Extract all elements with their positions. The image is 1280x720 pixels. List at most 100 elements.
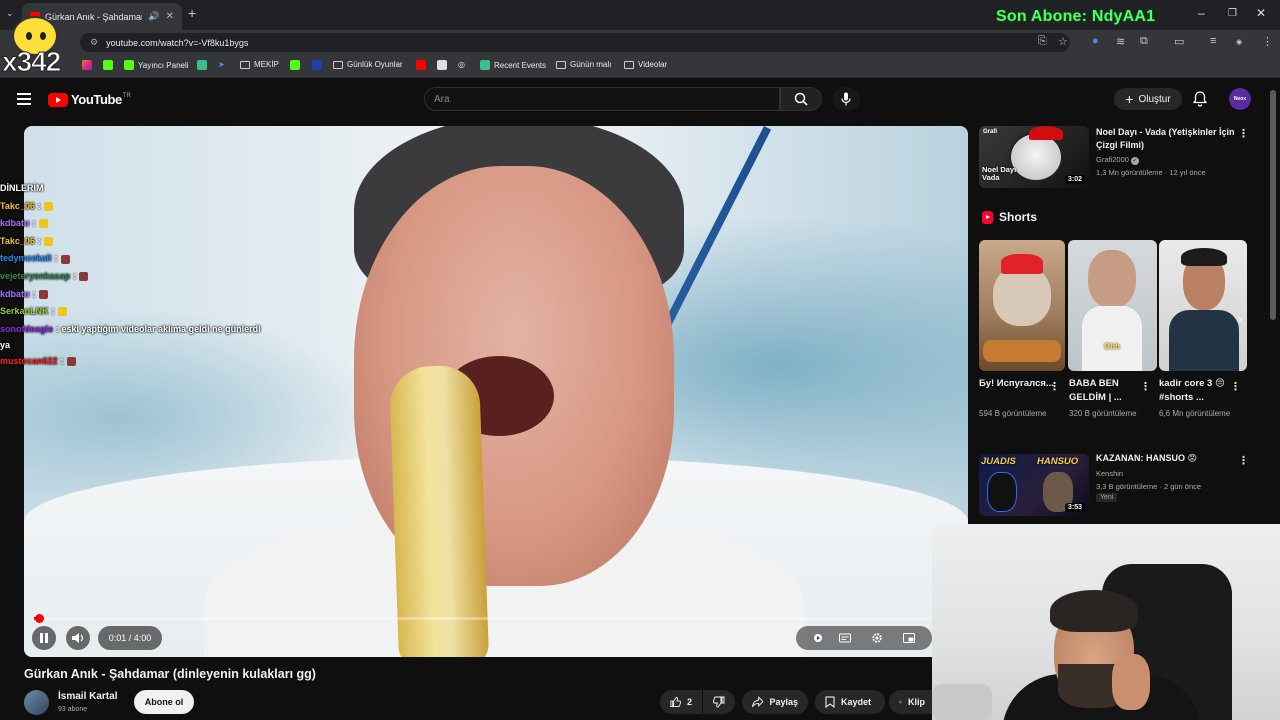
rec2-duration: 3:53 — [1064, 503, 1085, 512]
create-button[interactable]: + Oluştur — [1114, 88, 1182, 110]
extensions-puzzle-icon[interactable]: ⧉ — [1140, 35, 1148, 48]
rec2-thumbnail[interactable]: JUADIS HANSUO 3:53 — [979, 454, 1089, 516]
youtube-bookmark-icon[interactable] — [416, 60, 430, 70]
blue-bookmark-icon[interactable] — [312, 60, 326, 70]
thumbs-down-icon — [713, 696, 725, 708]
install-app-icon[interactable]: ⎘ — [1038, 35, 1047, 48]
short2-more-icon[interactable]: ⋮ — [1140, 380, 1151, 393]
bookmark-mekip[interactable]: MEKİP — [240, 60, 279, 69]
channel-name[interactable]: İsmail Kartal — [58, 691, 117, 702]
folder-icon — [624, 60, 634, 69]
subtitles-icon[interactable] — [839, 632, 851, 644]
bookmark-star-icon[interactable]: ☆ — [1058, 35, 1068, 48]
site-info-icon[interactable]: ⚙ — [90, 37, 98, 48]
rec1-thumb-text: Noel Dayı Vada — [982, 165, 1017, 182]
url-text: youtube.com/watch?v=-Vf8ku1bygs — [106, 37, 249, 48]
clip-button[interactable]: Klip — [889, 690, 935, 714]
volume-icon — [72, 633, 83, 643]
instagram-bookmark-icon[interactable] — [82, 60, 96, 70]
short1-thumbnail[interactable] — [979, 240, 1065, 371]
kick-bookmark-icon[interactable] — [103, 60, 117, 70]
bookmark-icon — [825, 696, 835, 708]
short3-title[interactable]: kadir core 3 😔 #shorts ... — [1159, 377, 1235, 405]
profile-icon[interactable]: ◉ — [1236, 38, 1242, 46]
rec1-more-icon[interactable]: ⋮ — [1238, 127, 1249, 140]
rec1-title[interactable]: Noel Dayı - Vada (Yetişkinler İçin Çizgi… — [1096, 126, 1236, 152]
rec1-thumb-brand: Grafi — [983, 129, 998, 135]
minimize-icon[interactable]: – — [1198, 6, 1205, 20]
short1-title[interactable]: Бу! Испугался... — [979, 377, 1055, 391]
extension-wave-icon[interactable]: ≋ — [1116, 35, 1125, 48]
notifications-bell-icon[interactable] — [1192, 91, 1208, 112]
search-icon — [794, 92, 808, 106]
shorts-next-icon[interactable]: › — [1238, 312, 1242, 326]
browser-menu-icon[interactable]: ⋮ — [1262, 35, 1273, 48]
speaker-icon[interactable]: 🔊 — [148, 11, 159, 22]
chat-username: Takc_06 — [0, 235, 35, 246]
bookmark-gunluk-oyunlar[interactable]: Günlük Oyunlar — [333, 60, 403, 69]
scissors-icon — [899, 700, 902, 704]
account-avatar[interactable]: Neox — [1229, 88, 1251, 110]
search-button[interactable] — [780, 87, 822, 111]
youtube-logo[interactable]: YouTube TR — [48, 92, 131, 107]
like-button[interactable]: 2 — [660, 690, 702, 714]
plus-icon: + — [1125, 91, 1134, 107]
search-input[interactable]: Ara — [424, 87, 780, 111]
rec1-thumbnail[interactable]: Grafi Noel Dayı Vada 3:02 — [979, 126, 1089, 188]
url-field[interactable]: ⚙ youtube.com/watch?v=-Vf8ku1bygs — [80, 33, 1070, 52]
pause-button[interactable] — [32, 626, 56, 650]
miniplayer-icon[interactable] — [903, 632, 915, 644]
channel-avatar[interactable] — [24, 690, 49, 715]
extension-blue-icon[interactable]: ● — [1092, 35, 1099, 47]
bookmark-recent-events[interactable]: Recent Events — [480, 60, 546, 70]
share-button[interactable]: Paylaş — [742, 690, 808, 714]
settings-gear-icon[interactable] — [871, 632, 883, 644]
save-button[interactable]: Kaydet — [815, 690, 885, 714]
chat-message: : — [32, 218, 36, 229]
chat-bookmark-icon[interactable] — [197, 60, 211, 70]
chat-message: : — [51, 306, 55, 317]
short2-thumbnail[interactable]: Ohh — [1068, 240, 1157, 371]
short1-more-icon[interactable]: ⋮ — [1049, 380, 1060, 393]
subscribe-button[interactable]: Abone ol — [134, 690, 194, 714]
rec2-channel[interactable]: Kenshin — [1096, 467, 1123, 480]
bookmark-yayinci-paneli[interactable]: Yayıncı Paneli — [124, 60, 189, 70]
new-tab-icon[interactable]: + — [188, 5, 196, 21]
x342-logo: x342 — [1, 16, 72, 78]
scrubber-handle[interactable] — [34, 614, 44, 623]
rec2-title[interactable]: KAZANAN: HANSUO 😡 — [1096, 452, 1236, 465]
bookmark-gunun-mali[interactable]: Günün malı — [556, 60, 611, 69]
bookmark-videolar[interactable]: Videolar — [624, 60, 667, 69]
page-scrollbar[interactable] — [1270, 90, 1276, 320]
webcam-background-object — [932, 684, 992, 720]
chat-username: sonofdeagle — [0, 323, 54, 334]
dislike-button[interactable] — [703, 690, 735, 714]
close-tab-icon[interactable]: ✕ — [166, 11, 174, 22]
like-count: 2 — [686, 697, 692, 707]
short3-thumbnail[interactable] — [1159, 240, 1247, 371]
subscriber-count: 93 abone — [58, 706, 88, 713]
rec2-more-icon[interactable]: ⋮ — [1238, 454, 1249, 467]
short1-face — [993, 266, 1051, 326]
autoplay-toggle-icon[interactable] — [810, 632, 822, 644]
maximize-icon[interactable]: ❐ — [1228, 8, 1237, 19]
rec1-channel[interactable]: Grafi2000 ✓ — [1096, 153, 1140, 166]
verified-icon: ✓ — [1131, 157, 1140, 165]
voice-search-button[interactable] — [832, 87, 860, 111]
short3-more-icon[interactable]: ⋮ — [1230, 380, 1241, 393]
globe-bookmark-icon[interactable]: ◎ — [458, 60, 465, 69]
image-bookmark-icon[interactable] — [437, 60, 451, 70]
window-close-icon[interactable]: ✕ — [1256, 6, 1266, 20]
chat-username: Takc_06 — [0, 200, 35, 211]
short2-title[interactable]: BABA BEN GELDİM | ... — [1069, 377, 1145, 405]
chat-line: mustocan622: — [0, 353, 270, 371]
arrow-bookmark-icon[interactable]: ➤ — [218, 60, 225, 69]
volume-button[interactable] — [66, 626, 90, 650]
side-panel-icon[interactable]: ▭ — [1174, 35, 1184, 48]
tab-search-icon[interactable]: ≡ — [1210, 35, 1216, 47]
video-frame-banana — [388, 364, 490, 657]
menu-icon[interactable] — [17, 93, 31, 108]
kick-bookmark-2-icon[interactable] — [290, 60, 304, 70]
progress-bar[interactable] — [34, 614, 931, 623]
chat-username: mustocan622 — [0, 355, 58, 366]
